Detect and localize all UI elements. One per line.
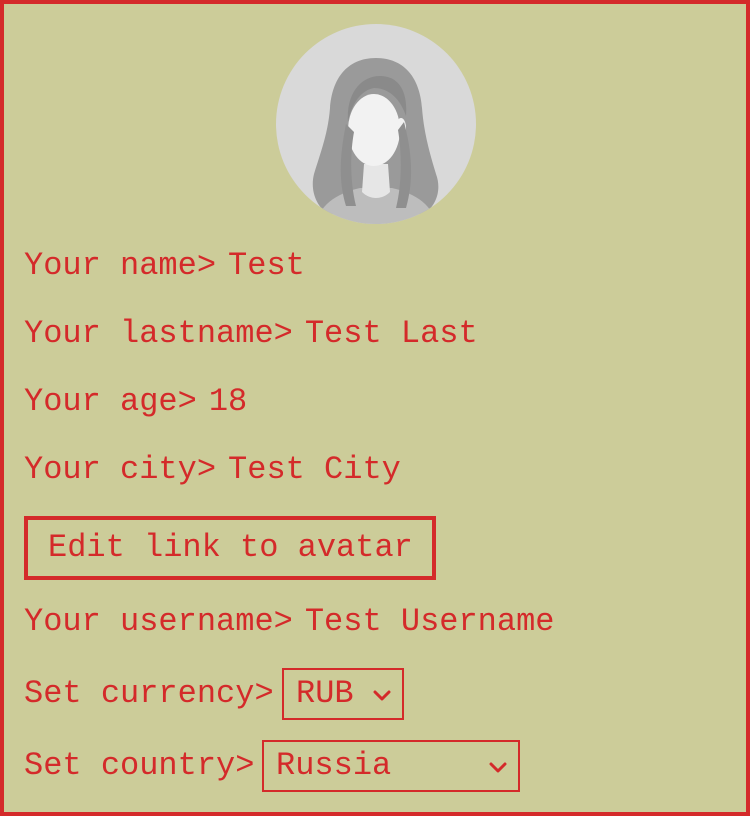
country-selected-value: Russia (276, 747, 392, 784)
name-row: Your name> Test (24, 246, 305, 286)
city-value: Test City (228, 451, 401, 488)
female-avatar-placeholder-icon (312, 58, 439, 224)
chevron-down-icon (489, 762, 507, 773)
name-label: Your name> (24, 247, 217, 284)
age-value: 18 (208, 383, 248, 420)
lastname-value: Test Last (304, 315, 478, 352)
country-select[interactable]: Russia (262, 740, 520, 792)
username-label: Your username> (24, 603, 293, 640)
age-label: Your age> (24, 383, 197, 420)
username-value: Test Username (304, 603, 555, 640)
chevron-down-icon (373, 690, 391, 701)
currency-selected-value: RUB (296, 675, 354, 712)
city-label: Your city> (24, 451, 217, 488)
city-row: Your city> Test City (24, 450, 401, 490)
currency-select[interactable]: RUB (282, 668, 404, 720)
avatar (276, 24, 476, 224)
username-row: Your username> Test Username (24, 602, 554, 642)
edit-avatar-link-button[interactable]: Edit link to avatar (24, 516, 436, 580)
profile-panel: Your name> Test Your lastname> Test Last Y… (0, 0, 750, 816)
age-row: Your age> 18 (24, 382, 247, 422)
name-value: Test (228, 247, 305, 284)
lastname-label: Your lastname> (24, 315, 293, 352)
country-label: Set country> (24, 747, 255, 784)
currency-label: Set currency> (24, 675, 274, 712)
lastname-row: Your lastname> Test Last (24, 314, 478, 354)
